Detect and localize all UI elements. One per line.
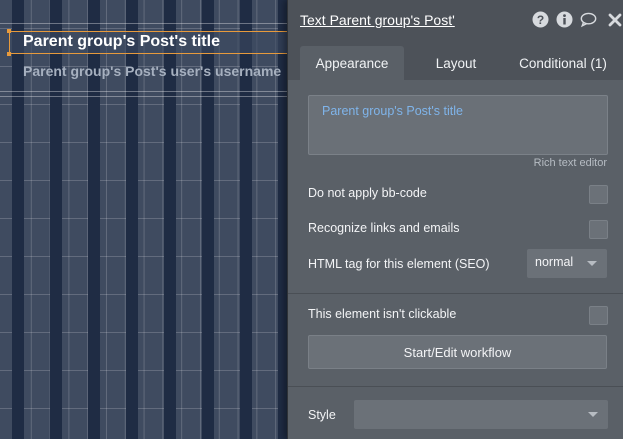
resize-handle[interactable] — [7, 52, 11, 56]
html-tag-select[interactable]: normal — [527, 249, 607, 278]
panel-header: Text Parent group's Post' ? — [288, 0, 623, 40]
recognize-links-label: Recognize links and emails — [308, 221, 460, 235]
tab-layout[interactable]: Layout — [416, 46, 496, 80]
section-divider — [288, 386, 623, 387]
tab-conditional[interactable]: Conditional (1) — [508, 46, 618, 80]
chevron-down-icon — [587, 261, 597, 266]
style-label: Style — [308, 408, 336, 422]
comment-icon[interactable] — [580, 11, 597, 28]
start-edit-workflow-button[interactable]: Start/Edit workflow — [308, 335, 607, 369]
panel-tabs: Appearance Layout Conditional (1) — [288, 40, 623, 80]
chevron-down-icon — [588, 412, 598, 417]
post-username-text[interactable]: Parent group's Post's user's username — [23, 63, 290, 79]
no-bbcode-checkbox[interactable] — [589, 185, 608, 204]
not-clickable-label: This element isn't clickable — [308, 307, 457, 321]
help-icon[interactable]: ? — [532, 11, 549, 28]
element-title[interactable]: Text Parent group's Post' — [300, 12, 455, 28]
html-tag-value: normal — [535, 255, 574, 269]
post-title-text[interactable]: Parent group's Post's title — [23, 33, 220, 51]
no-bbcode-label: Do not apply bb-code — [308, 186, 427, 200]
section-divider — [288, 293, 623, 294]
group-boundary-line — [0, 23, 290, 24]
rich-text-editor[interactable]: Parent group's Post's title — [308, 95, 608, 155]
close-icon[interactable] — [606, 11, 623, 28]
editor-canvas[interactable]: Parent group's Post's title Parent group… — [0, 0, 290, 439]
recognize-links-checkbox[interactable] — [589, 220, 608, 239]
html-tag-label: HTML tag for this element (SEO) — [308, 257, 490, 271]
rich-text-editor-caption: Rich text editor — [533, 157, 607, 169]
property-editor-panel: Text Parent group's Post' ? Appearance L… — [287, 0, 623, 439]
resize-handle[interactable] — [7, 29, 11, 33]
style-select[interactable] — [354, 400, 608, 429]
info-icon[interactable] — [556, 11, 573, 28]
group-boundary-line — [0, 96, 290, 97]
not-clickable-checkbox[interactable] — [589, 306, 608, 325]
group-boundary-line — [0, 91, 290, 92]
tab-appearance[interactable]: Appearance — [300, 46, 404, 80]
svg-text:?: ? — [537, 13, 544, 27]
